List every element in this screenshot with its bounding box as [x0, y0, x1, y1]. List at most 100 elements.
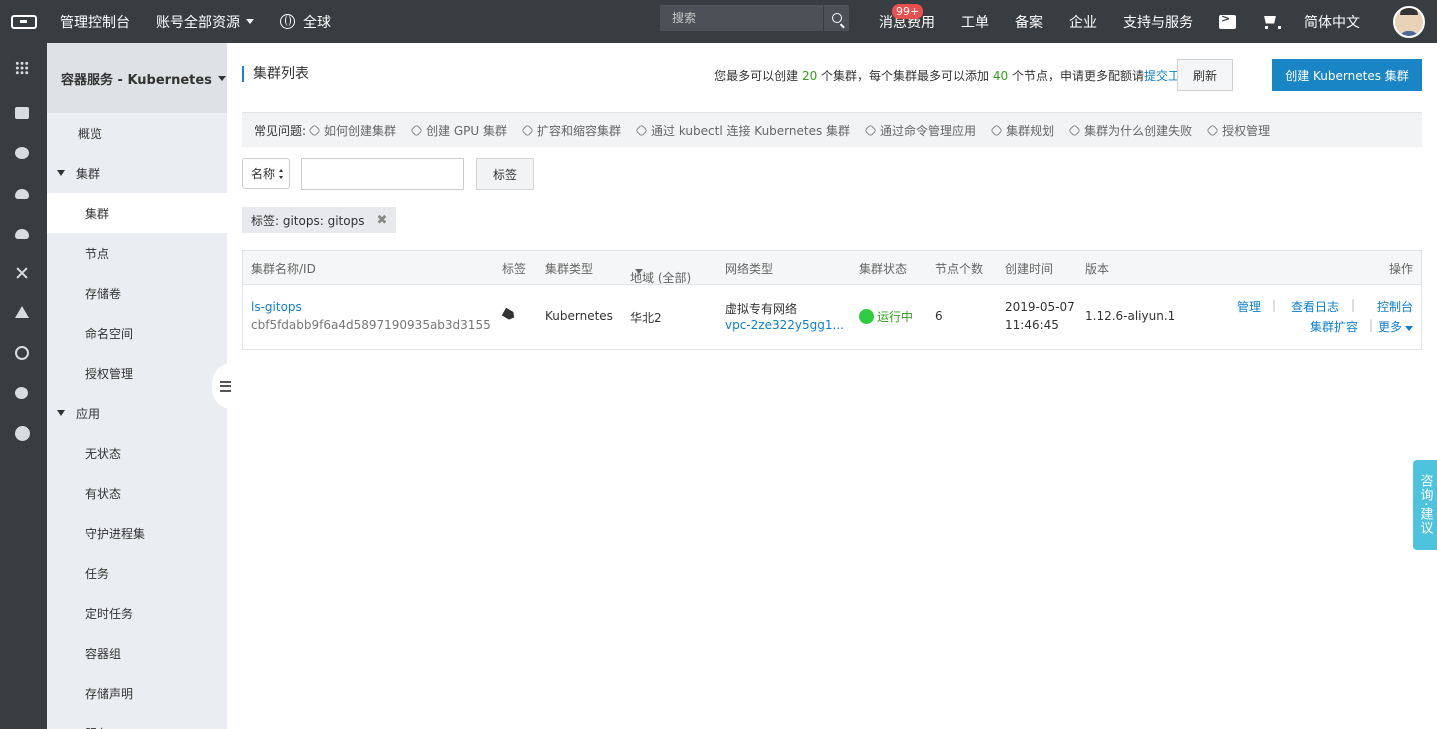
console-link[interactable]: 管理控制台 — [47, 0, 143, 43]
console-label: 管理控制台 — [60, 14, 130, 31]
sidebar-item-overview[interactable]: 概览 — [47, 113, 227, 153]
faq-link[interactable]: 授权管理 — [1206, 122, 1270, 139]
link-icon — [521, 123, 534, 137]
cloud-upload-icon[interactable] — [15, 229, 29, 239]
manage-link[interactable]: 管理 — [1237, 298, 1261, 315]
refresh-button[interactable]: 刷新 — [1177, 59, 1233, 91]
messages-link[interactable]: 消息 99+ — [866, 0, 924, 43]
support-link[interactable]: 支持与服务 — [1110, 0, 1206, 43]
filter-field-select[interactable]: 名称 — [242, 158, 290, 189]
quota-clusters: 20 — [801, 69, 818, 83]
status-label: 运行中 — [877, 310, 914, 324]
faq-link[interactable]: 通过 kubectl 连接 Kubernetes 集群 — [635, 122, 851, 139]
sidebar-item-statefulsets[interactable]: 有状态 — [47, 473, 227, 513]
close-icon[interactable]: ✖ — [376, 213, 387, 228]
vpc-link[interactable]: vpc-2ze322y5gg1... — [725, 318, 844, 332]
link-icon — [990, 123, 1003, 137]
faq-link[interactable]: 扩容和缩容集群 — [521, 122, 621, 139]
sidebar-item-authorization[interactable]: 授权管理 — [47, 353, 227, 393]
cloud-shell-button[interactable] — [1206, 0, 1249, 43]
account-resources-dropdown[interactable]: 账号全部资源 — [143, 0, 267, 43]
faq-link-label: 通过 kubectl 连接 Kubernetes 集群 — [651, 123, 851, 138]
quota-text: 个集群，每个集群最多可以添加 — [817, 69, 993, 83]
sidebar-item-deployments[interactable]: 无状态 — [47, 433, 227, 473]
faq-link[interactable]: 通过命令管理应用 — [864, 122, 977, 139]
divider: | — [1368, 318, 1373, 332]
faq-link[interactable]: 创建 GPU 集群 — [410, 122, 508, 139]
quota-text: 您最多可以创建 — [714, 69, 802, 83]
aliyun-logo-icon[interactable] — [0, 0, 47, 43]
faq-link-label: 通过命令管理应用 — [880, 123, 977, 138]
consult-feedback-tab[interactable]: 咨询·建议 — [1413, 460, 1437, 550]
globe-icon[interactable] — [15, 346, 29, 360]
products-grid-icon[interactable] — [15, 61, 30, 76]
sidebar: 容器服务 - Kubernetes 概览 集群 集群 节点 存储卷 命名空间 授… — [47, 43, 227, 729]
sidebar-item-pods[interactable]: 容器组 — [47, 633, 227, 673]
gear-icon[interactable] — [15, 387, 28, 399]
terminal-icon — [1219, 12, 1236, 29]
search-icon — [831, 13, 842, 23]
shield-icon[interactable] — [15, 147, 29, 159]
sidebar-item-volumes[interactable]: 存储卷 — [47, 273, 227, 313]
faq-link[interactable]: 如何创建集群 — [308, 122, 396, 139]
created-date: 2019-05-07 — [1005, 300, 1075, 314]
divider: | — [1350, 298, 1355, 312]
faq-link[interactable]: 集群为什么创建失败 — [1068, 122, 1192, 139]
col-status: 集群状态 — [859, 262, 908, 276]
link-icon — [635, 123, 648, 137]
view-logs-link[interactable]: 查看日志 — [1291, 298, 1339, 315]
cluster-icon[interactable] — [15, 306, 29, 318]
cluster-version: 1.12.6-aliyun.1 — [1085, 309, 1176, 323]
enterprise-link[interactable]: 企业 — [1056, 0, 1110, 43]
sidebar-item-services[interactable]: 服务 — [47, 713, 227, 729]
sidebar-item-clusters[interactable]: 集群 — [47, 193, 227, 233]
quota-text: 个节点，申请更多配额请 — [1008, 69, 1144, 83]
icp-label: 备案 — [1015, 14, 1043, 31]
sidebar-group-apps[interactable]: 应用 — [47, 393, 227, 433]
cluster-name-link[interactable]: ls-gitops — [251, 300, 302, 314]
sidebar-item-nodes[interactable]: 节点 — [47, 233, 227, 273]
language-selector[interactable]: 简体中文 — [1291, 0, 1373, 43]
filter-input[interactable] — [301, 158, 464, 190]
sidebar-group-cluster[interactable]: 集群 — [47, 153, 227, 193]
scale-cluster-link[interactable]: 集群扩容 — [1310, 318, 1358, 335]
create-cluster-button[interactable]: 创建 Kubernetes 集群 — [1272, 59, 1422, 91]
sidebar-item-namespaces[interactable]: 命名空间 — [47, 313, 227, 353]
sidebar-title[interactable]: 容器服务 - Kubernetes — [47, 43, 227, 113]
node-count: 6 — [935, 309, 943, 323]
created-time: 11:46:45 — [1005, 318, 1059, 332]
faq-link-label: 集群规划 — [1006, 123, 1055, 138]
sidebar-item-jobs[interactable]: 任务 — [47, 553, 227, 593]
cluster-region: 华北2 — [630, 311, 662, 325]
sidebar-item-cronjobs[interactable]: 定时任务 — [47, 593, 227, 633]
tag-filter-button[interactable]: 标签 — [476, 158, 534, 190]
server-icon[interactable] — [15, 107, 29, 119]
chevron-down-icon — [1405, 326, 1413, 331]
faq-link[interactable]: 集群规划 — [990, 122, 1055, 139]
region-selector[interactable]: 全球 — [267, 0, 344, 43]
tag-icon[interactable] — [503, 310, 515, 319]
search-button[interactable] — [823, 5, 849, 31]
sidebar-title-label: 容器服务 - Kubernetes — [61, 72, 212, 88]
circle-icon[interactable] — [15, 426, 30, 441]
caret-down-icon — [57, 410, 65, 416]
dashboard-link[interactable]: 控制台 — [1377, 298, 1413, 315]
network-icon[interactable] — [15, 266, 29, 280]
icp-link[interactable]: 备案 — [1002, 0, 1056, 43]
cluster-id: cbf5fdabb9f6a4d5897190935ab3d3155 — [251, 318, 491, 332]
cart-icon — [1262, 15, 1281, 29]
cluster-type: Kubernetes — [545, 309, 613, 323]
faq-link-label: 创建 GPU 集群 — [426, 123, 508, 138]
sidebar-item-pvcs[interactable]: 存储声明 — [47, 673, 227, 713]
globe-icon — [280, 14, 295, 29]
faq-label: 常见问题: — [254, 123, 307, 138]
tickets-link[interactable]: 工单 — [948, 0, 1002, 43]
sidebar-item-daemonsets[interactable]: 守护进程集 — [47, 513, 227, 553]
more-actions-dropdown[interactable]: 更多 — [1378, 318, 1413, 335]
avatar[interactable] — [1393, 5, 1425, 38]
cart-button[interactable] — [1249, 0, 1291, 43]
search-input[interactable] — [660, 5, 823, 31]
sidebar-item-label: 无状态 — [85, 446, 122, 461]
faq-bar: 常见问题: 如何创建集群 创建 GPU 集群 扩容和缩容集群 通过 kubect… — [242, 112, 1422, 147]
cloud-icon[interactable] — [15, 189, 29, 199]
